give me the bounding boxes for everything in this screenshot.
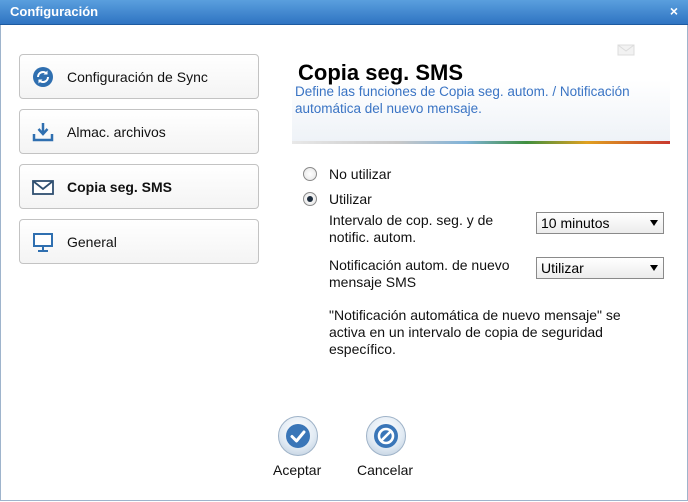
page-description: Define las funciones de Copia seg. autom… <box>295 84 630 116</box>
notification-select[interactable]: Utilizar <box>536 257 664 279</box>
sidebar-item-general[interactable]: General <box>19 219 259 264</box>
use-label: Utilizar <box>329 191 372 207</box>
interval-label: Intervalo de cop. seg. y de notific. aut… <box>329 212 494 245</box>
accept-label[interactable]: Aceptar <box>273 462 321 478</box>
envelope-icon <box>32 180 54 195</box>
accept-button[interactable] <box>278 416 318 456</box>
no-use-label: No utilizar <box>329 166 392 182</box>
window-title: Configuración <box>10 4 99 19</box>
sidebar-item-file-storage[interactable]: Almac. archivos <box>19 109 259 154</box>
close-button[interactable]: × <box>670 3 678 19</box>
sidebar-item-label: Almac. archivos <box>67 124 166 140</box>
checkmark-icon <box>286 424 310 448</box>
chevron-down-icon <box>650 265 658 271</box>
notification-value: Utilizar <box>541 260 584 276</box>
sidebar-item-label: General <box>67 234 117 250</box>
sidebar-item-label: Configuración de Sync <box>67 69 208 85</box>
title-bar: Configuración × <box>0 0 688 25</box>
sidebar-item-label: Copia seg. SMS <box>67 179 173 195</box>
sidebar-item-sync[interactable]: Configuración de Sync <box>19 54 259 99</box>
monitor-icon <box>33 233 53 252</box>
download-tray-icon <box>32 123 54 142</box>
notification-note: "Notificación automática de nuevo mensaj… <box>329 307 621 357</box>
chevron-down-icon <box>650 220 658 226</box>
interval-value: 10 minutos <box>541 215 610 231</box>
interval-select[interactable]: 10 minutos <box>536 212 664 234</box>
header-divider <box>292 141 670 144</box>
cancel-label[interactable]: Cancelar <box>357 462 413 478</box>
sidebar-item-sms-backup[interactable]: Copia seg. SMS <box>19 164 259 209</box>
notification-label: Notificación autom. de nuevo mensaje SMS <box>329 257 510 290</box>
envelope-watermark-icon <box>617 44 635 56</box>
cancel-button[interactable] <box>366 416 406 456</box>
sync-icon <box>33 67 53 87</box>
no-use-radio[interactable] <box>303 167 317 181</box>
prohibit-icon <box>374 424 398 448</box>
use-radio[interactable] <box>303 192 317 206</box>
